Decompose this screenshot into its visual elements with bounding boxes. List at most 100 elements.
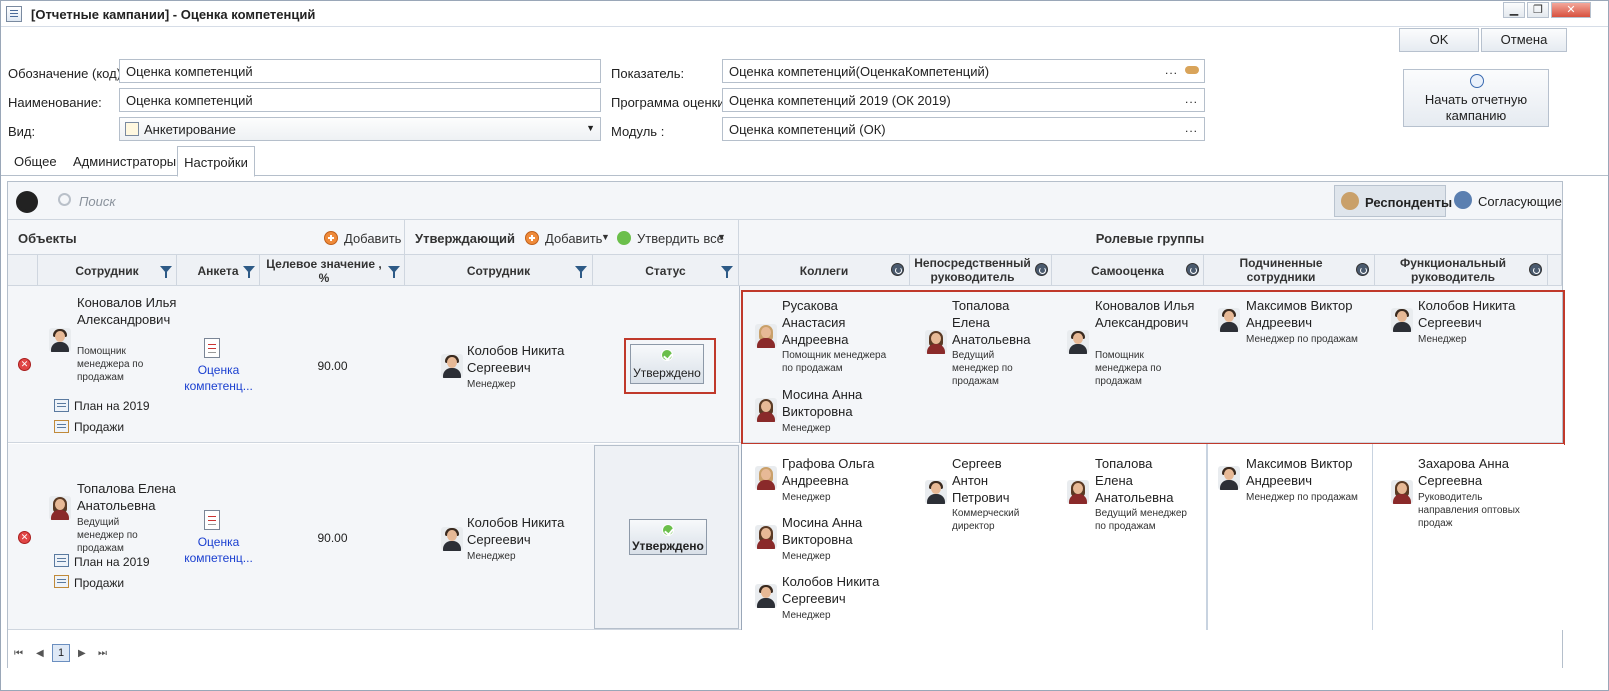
name-label: Наименование: xyxy=(8,95,102,110)
target-column-label: Целевое значение , % xyxy=(266,257,382,285)
survey-icon xyxy=(204,338,220,358)
add-icon[interactable] xyxy=(525,231,539,245)
first-page-icon[interactable]: ⏮ xyxy=(14,648,23,659)
employee-name: Коновалов Илья Александрович xyxy=(77,295,177,327)
employee-column-label: Сотрудник xyxy=(75,264,139,278)
link-icon[interactable] xyxy=(1185,66,1199,74)
target-value: 90.00 xyxy=(317,531,348,545)
indicator-field[interactable]: Оценка компетенций(ОценкаКомпетенций) ..… xyxy=(722,59,1205,83)
close-window-button[interactable]: ✕ xyxy=(1551,2,1591,18)
self-assessment-column-header[interactable]: Самооценка xyxy=(1052,255,1204,286)
respondents-button[interactable]: Респонденты xyxy=(1334,185,1452,217)
cancel-button[interactable]: Отмена xyxy=(1481,28,1567,52)
status-button[interactable]: Утверждено xyxy=(630,344,704,384)
name-field[interactable]: Оценка компетенций xyxy=(119,88,601,112)
refresh-icon[interactable] xyxy=(1356,263,1369,276)
add-icon[interactable] xyxy=(324,231,338,245)
chevron-down-icon[interactable]: ▼ xyxy=(601,232,610,242)
scroll-header xyxy=(1548,255,1562,286)
minimize-button[interactable]: ▁ xyxy=(1503,2,1525,18)
employee-position: Ведущий менеджер по продажам xyxy=(77,517,138,554)
filter-icon[interactable] xyxy=(388,266,400,278)
refresh-icon[interactable] xyxy=(1186,263,1199,276)
indicator-label: Показатель: xyxy=(611,66,685,81)
approver-employee-column-header[interactable]: Сотрудник xyxy=(405,255,593,286)
target-column-header[interactable]: Целевое значение , % xyxy=(260,255,405,286)
divider xyxy=(1372,444,1373,630)
pager-bar: ⏮ ◀ 1 ▶ ⏭ xyxy=(8,638,1562,668)
maximize-button[interactable]: ❐ xyxy=(1527,2,1549,18)
colleague-position: Помощник менеджера по продажам xyxy=(782,350,887,374)
table-row[interactable]: ✕ Топалова Елена Анатольевна Ведущий мен… xyxy=(8,444,1564,630)
search-input[interactable]: Поиск xyxy=(79,194,116,209)
survey-column-header[interactable]: Анкета xyxy=(177,255,260,286)
code-field[interactable]: Оценка компетенций xyxy=(119,59,601,83)
refresh-icon[interactable] xyxy=(891,263,904,276)
colleagues-column-header[interactable]: Коллеги xyxy=(739,255,910,286)
colleague-name: Мосина Анна Викторовна xyxy=(782,387,863,419)
role-groups-header: Ролевые группы xyxy=(739,220,1562,255)
subordinates-column-header[interactable]: Подчиненные сотрудники xyxy=(1204,255,1375,286)
window: [Отчетные кампании] - Оценка компетенций… xyxy=(0,0,1609,691)
sales-label[interactable]: Продажи xyxy=(74,420,124,434)
filter-icon[interactable] xyxy=(575,266,587,278)
next-page-icon[interactable]: ▶ xyxy=(78,648,86,659)
settings-panel: Поиск Респонденты Согласующие Объекты До… xyxy=(7,181,1565,668)
add-approver-button[interactable]: Добавить xyxy=(545,231,602,246)
tab-admins[interactable]: Администраторы xyxy=(73,154,176,169)
approvers-button[interactable]: Согласующие xyxy=(1452,185,1562,217)
status-column-header[interactable]: Статус xyxy=(593,255,739,286)
status-label: Утверждено xyxy=(632,539,704,553)
direct-manager-position: Коммерческий директор xyxy=(952,508,1020,532)
current-page[interactable]: 1 xyxy=(52,644,70,662)
status-button[interactable]: Утверждено xyxy=(629,519,707,555)
self-assessment-label: Самооценка xyxy=(1091,264,1164,278)
ellipsis-icon[interactable]: ... xyxy=(1185,121,1198,135)
delete-icon[interactable]: ✕ xyxy=(18,531,31,544)
tab-general[interactable]: Общее xyxy=(14,154,57,169)
chevron-down-icon[interactable]: ▼ xyxy=(717,232,726,242)
plan-label[interactable]: План на 2019 xyxy=(74,399,150,413)
filter-icon[interactable] xyxy=(160,266,172,278)
sales-icon xyxy=(54,420,69,433)
avatar xyxy=(755,324,777,348)
last-page-icon[interactable]: ⏭ xyxy=(98,648,107,659)
direct-manager-column-header[interactable]: Непосредственный руководитель xyxy=(910,255,1052,286)
search-icon xyxy=(58,193,71,206)
direct-manager-name: Топалова Елена Анатольевна xyxy=(952,298,1031,347)
employee-column-header[interactable]: Сотрудник xyxy=(38,255,177,286)
functional-manager-column-header[interactable]: Функциональный руководитель xyxy=(1375,255,1548,286)
table-row[interactable]: ✕ Коновалов Илья Александрович Помощник … xyxy=(8,286,1565,445)
approver-position: Менеджер xyxy=(467,379,516,390)
start-campaign-label: Начать отчетную кампанию xyxy=(1424,92,1528,123)
module-field[interactable]: Оценка компетенций (ОК) ... xyxy=(722,117,1205,141)
filter-icon[interactable] xyxy=(243,266,255,278)
avatar xyxy=(755,466,777,490)
start-campaign-button[interactable]: Начать отчетную кампанию xyxy=(1403,69,1549,127)
subordinates-label: Подчиненные сотрудники xyxy=(1239,256,1323,284)
delete-icon[interactable]: ✕ xyxy=(18,358,31,371)
check-icon xyxy=(617,231,631,245)
functional-manager-position: Менеджер xyxy=(1418,334,1467,345)
survey-link[interactable]: Оценка компетенц... xyxy=(177,362,260,394)
objects-title: Объекты xyxy=(18,231,77,246)
ellipsis-icon[interactable]: ... xyxy=(1165,63,1178,77)
approve-all-button[interactable]: Утвердить все xyxy=(637,231,724,246)
add-object-button[interactable]: Добавить xyxy=(344,231,401,246)
ok-button[interactable]: OK xyxy=(1399,28,1479,52)
tab-settings[interactable]: Настройки xyxy=(177,146,255,177)
program-field[interactable]: Оценка компетенций 2019 (ОК 2019) ... xyxy=(722,88,1205,112)
plan-label[interactable]: План на 2019 xyxy=(74,555,150,569)
gear-icon[interactable] xyxy=(16,191,38,213)
refresh-icon[interactable] xyxy=(1035,263,1048,276)
sales-label[interactable]: Продажи xyxy=(74,576,124,590)
ellipsis-icon[interactable]: ... xyxy=(1185,92,1198,106)
kind-select[interactable]: Анкетирование ▼ xyxy=(119,117,601,141)
colleague-name: Мосина Анна Викторовна xyxy=(782,515,863,547)
survey-column-label: Анкета xyxy=(197,264,239,278)
survey-link[interactable]: Оценка компетенц... xyxy=(177,534,260,566)
filter-icon[interactable] xyxy=(721,266,733,278)
avatar xyxy=(441,354,463,378)
refresh-icon[interactable] xyxy=(1529,263,1542,276)
prev-page-icon[interactable]: ◀ xyxy=(36,648,44,659)
